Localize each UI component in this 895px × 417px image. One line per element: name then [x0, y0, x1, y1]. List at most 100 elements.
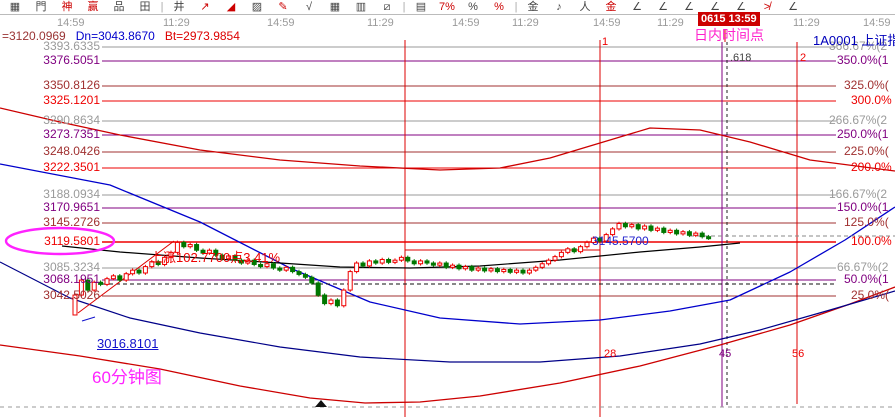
percent-axis-label: 266.67%(2 [829, 114, 887, 127]
draw-line-icon[interactable]: ↗ [192, 2, 218, 13]
candle-body [425, 261, 429, 263]
candle-body [182, 242, 186, 246]
note-icon[interactable]: ♪ [546, 2, 572, 13]
candle-body [483, 268, 487, 271]
price-axis-label: 3393.6335 [30, 40, 100, 53]
candle-body [143, 267, 147, 273]
candle-body [131, 270, 135, 274]
candle-body [681, 232, 685, 234]
toolbar-separator: | [400, 1, 408, 13]
ying-icon[interactable]: 赢 [80, 2, 106, 13]
person-icon[interactable]: 人 [572, 2, 598, 13]
candle-body [566, 249, 570, 253]
candle-body [572, 249, 576, 252]
grid3-icon[interactable]: ▥ [348, 2, 374, 13]
candle-body [342, 290, 346, 306]
gold-icon[interactable]: 金 [520, 2, 546, 13]
candle-body [470, 267, 474, 271]
candle-body [476, 268, 480, 270]
four-pane-icon[interactable]: 田 [132, 2, 158, 13]
price-axis-label: 3325.1201 [30, 94, 100, 107]
gold-red-icon[interactable]: 金 [598, 2, 624, 13]
candle-body [559, 252, 563, 256]
toolbar-separator: | [512, 1, 520, 13]
candle-body [463, 267, 467, 269]
time-tick: 14:59 [863, 17, 891, 29]
candle-body [380, 259, 384, 263]
candle-body [438, 263, 442, 265]
candle-body [188, 245, 192, 247]
candle-body [393, 260, 397, 262]
chart-segment [82, 317, 95, 321]
chart-canvas[interactable] [0, 29, 895, 417]
candle-body [355, 263, 359, 272]
candle-body [105, 279, 109, 285]
percent-axis-label: 25.0%( [851, 289, 889, 302]
candle-body [655, 228, 659, 230]
grid-chart-icon[interactable]: 井 [166, 2, 192, 13]
pattern-icon[interactable]: ▨ [244, 2, 270, 13]
candle-body [585, 242, 589, 246]
candle-body [367, 261, 371, 266]
candle-body [406, 257, 410, 261]
candle-body [118, 276, 122, 280]
angle-red-icon[interactable]: ≯ [754, 2, 780, 13]
percent-underline-icon[interactable]: % [486, 2, 512, 13]
angle-tool-icon[interactable]: ∠ [650, 2, 676, 13]
candle-body [534, 267, 538, 270]
candle-body [547, 260, 551, 264]
angle-tool-icon[interactable]: ∠ [624, 2, 650, 13]
candle-body [675, 230, 679, 234]
percent-axis-label: 50.0%(1 [844, 273, 889, 286]
candle-body [335, 300, 339, 306]
candle-body [630, 225, 634, 227]
diagonal-box-icon[interactable]: ⧄ [374, 2, 400, 13]
check-icon[interactable]: √ [296, 2, 322, 13]
window-icon[interactable]: ▦ [2, 2, 28, 13]
grid2-icon[interactable]: ▦ [322, 2, 348, 13]
price-axis-label: 3222.3501 [30, 161, 100, 174]
grid-panels-icon[interactable]: 品 [106, 2, 132, 13]
percent-icon[interactable]: % [460, 2, 486, 13]
candle-body [444, 263, 448, 267]
marker-2: 2 [800, 52, 806, 65]
candle-body [515, 270, 519, 272]
candle-body [451, 265, 455, 267]
shen-icon[interactable]: 神 [54, 2, 80, 13]
candle-body [540, 264, 544, 268]
candle-body [316, 283, 320, 295]
price-axis-label: 3119.5801 [30, 235, 100, 248]
time-tick: 11:29 [793, 17, 820, 29]
candle-body [521, 270, 525, 273]
rows-icon[interactable]: ▤ [408, 2, 434, 13]
candle-body [649, 226, 653, 230]
symbol-title: 1A0001 上证指 [813, 30, 895, 49]
price-axis-label: 3290.8634 [30, 114, 100, 127]
price-axis-label: 3170.9651 [30, 201, 100, 214]
candle-body [310, 277, 314, 283]
marker-1: 1 [602, 36, 608, 49]
angle-tool-icon[interactable]: ∠ [676, 2, 702, 13]
time-tick: 14:59 [593, 17, 621, 29]
time-tick: 11:29 [163, 17, 190, 29]
gate-icon[interactable]: 門 [28, 2, 54, 13]
marker-56: 56 [792, 348, 804, 361]
angle-tool-icon[interactable]: ∠ [728, 2, 754, 13]
price-axis-label: 3248.0426 [30, 145, 100, 158]
angle-tool-icon[interactable]: ∠ [702, 2, 728, 13]
fill-area-icon[interactable]: ◢ [218, 2, 244, 13]
toolbar: ▦門神赢品田|井↗◢▨✎√▦▥⧄|▤7%%%|金♪人金∠∠∠∠∠≯∠ [0, 0, 895, 15]
angle-tool-icon[interactable]: ∠ [780, 2, 806, 13]
candle-body [329, 300, 333, 304]
candle-body [636, 225, 640, 229]
pencil-icon[interactable]: ✎ [270, 2, 296, 13]
candle-body [361, 263, 365, 266]
candle-body [495, 269, 499, 272]
price-axis-label: 3042.5026 [30, 289, 100, 302]
rise-annotation: 上涨102.7700点3.41% [150, 251, 280, 264]
seven-percent-icon[interactable]: 7% [434, 2, 460, 13]
selected-time-badge: 0615 13:59 [698, 12, 760, 26]
low-price-label: 3016.8101 [97, 337, 158, 350]
candle-body [387, 259, 391, 262]
percent-axis-label: 100.0% [851, 235, 892, 248]
